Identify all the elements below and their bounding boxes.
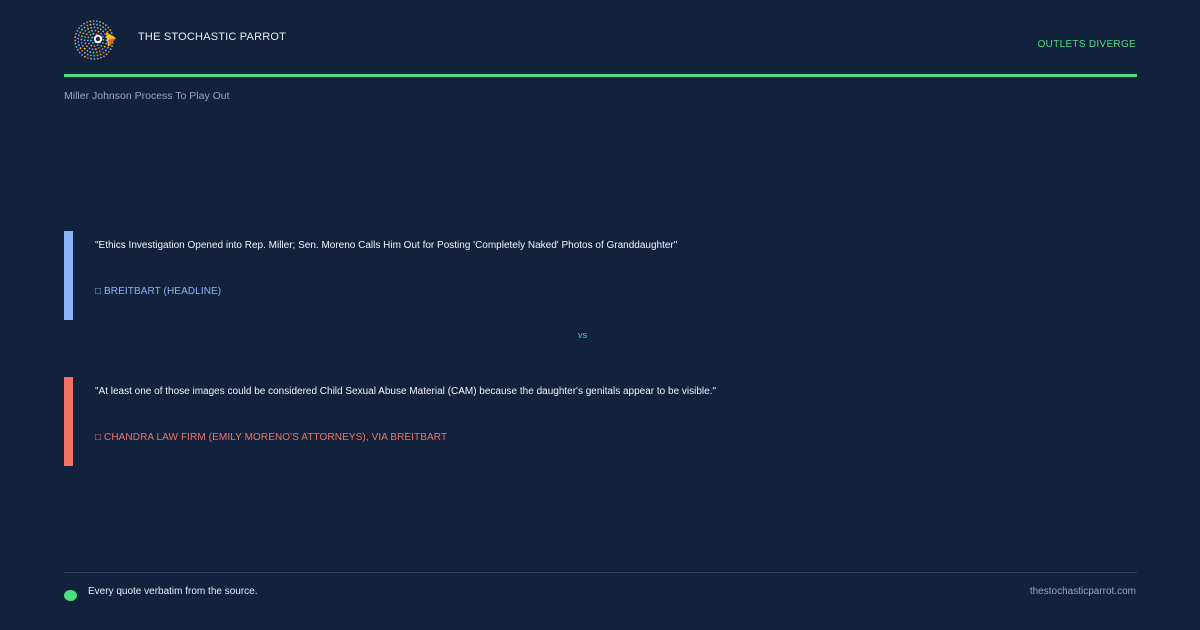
footer-divider xyxy=(64,572,1137,573)
quote-text: "Ethics Investigation Opened into Rep. M… xyxy=(95,240,678,251)
site-url[interactable]: thestochasticparrot.com xyxy=(1030,586,1136,597)
quote-card-chandra: "At least one of those images could be c… xyxy=(64,377,1137,466)
quote-accent-bar xyxy=(64,377,73,466)
story-title: Miller Johnson Process To Play Out xyxy=(64,90,230,102)
quote-text: "At least one of those images could be c… xyxy=(95,386,717,397)
header-divider xyxy=(64,74,1137,77)
quote-accent-bar xyxy=(64,231,73,320)
footer-note: Every quote verbatim from the source. xyxy=(88,586,258,597)
brand-name: THE STOCHASTIC PARROT xyxy=(138,31,287,43)
quote-card-breitbart: "Ethics Investigation Opened into Rep. M… xyxy=(64,231,1137,320)
versus-label: vs xyxy=(578,330,587,340)
parrot-logo-icon xyxy=(74,20,116,60)
quote-source: □ BREITBART (HEADLINE) xyxy=(95,286,222,297)
verdict-label: OUTLETS DIVERGE xyxy=(1037,39,1136,50)
quote-source: □ CHANDRA LAW FIRM (EMILY MORENO'S ATTOR… xyxy=(95,432,448,443)
green-dot-icon xyxy=(64,590,77,601)
